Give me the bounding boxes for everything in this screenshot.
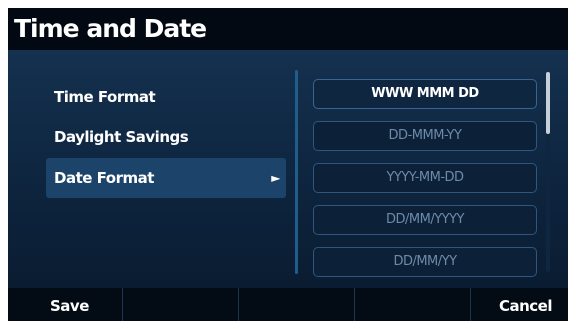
menu-item-label: Date Format	[54, 169, 154, 187]
submenu-arrow-icon: ►	[271, 171, 280, 185]
title-bar: Time and Date	[8, 8, 568, 50]
softkey-4[interactable]	[355, 288, 471, 321]
option-date-format-2[interactable]: DD-MMM-YY	[313, 121, 537, 151]
scrollbar-track[interactable]	[546, 72, 550, 272]
page-title: Time and Date	[14, 14, 207, 43]
menu-item-date-format[interactable]: Date Format ►	[46, 158, 286, 198]
menu-item-label: Daylight Savings	[54, 128, 189, 146]
save-softkey[interactable]: Save	[8, 288, 124, 321]
phone-screen: Time and Date Time Format Daylight Savin…	[8, 8, 568, 321]
option-date-format-4[interactable]: DD/MM/YYYY	[313, 205, 537, 235]
menu-item-time-format[interactable]: Time Format	[46, 77, 286, 117]
option-date-format-5[interactable]: DD/MM/YY	[313, 247, 537, 277]
scrollbar-thumb[interactable]	[546, 72, 550, 134]
option-date-format-1[interactable]: WWW MMM DD	[313, 79, 537, 109]
softkey-3[interactable]	[239, 288, 355, 321]
settings-content: Time Format Daylight Savings Date Format…	[8, 50, 568, 288]
option-date-format-3[interactable]: YYYY-MM-DD	[313, 163, 537, 193]
softkey-2[interactable]	[123, 288, 239, 321]
cancel-softkey[interactable]: Cancel	[471, 288, 568, 321]
menu-item-daylight-savings[interactable]: Daylight Savings	[46, 117, 286, 157]
column-divider	[295, 70, 298, 274]
softkey-bar: Save Cancel	[8, 288, 568, 321]
menu-item-label: Time Format	[54, 88, 156, 106]
